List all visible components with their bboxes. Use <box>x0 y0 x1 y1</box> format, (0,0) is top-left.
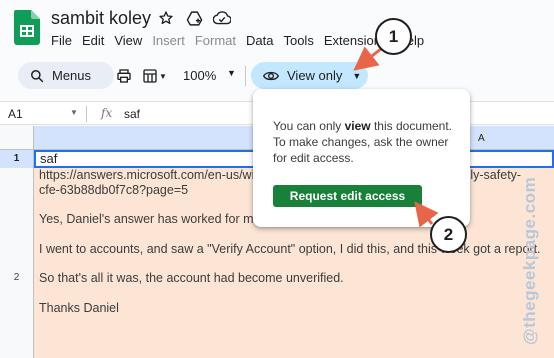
request-edit-access-button[interactable]: Request edit access <box>273 185 422 207</box>
cell-a2-line: Thanks Daniel <box>39 301 119 315</box>
view-only-button[interactable]: View only ▼ <box>251 62 368 89</box>
menu-tools[interactable]: Tools <box>283 33 313 48</box>
zoom-select[interactable]: 100% <box>183 68 216 83</box>
print-icon[interactable] <box>114 66 134 86</box>
star-icon[interactable] <box>157 9 175 27</box>
select-all-corner[interactable] <box>0 126 34 150</box>
cell-a2-line: cfe-63b88db0f7c8?page=5 <box>39 183 189 197</box>
sheets-logo-icon[interactable] <box>14 10 40 45</box>
document-title[interactable]: sambit koley <box>51 8 151 29</box>
row-header-1[interactable]: 1 <box>0 150 34 168</box>
name-box-caret-icon[interactable]: ▼ <box>70 108 78 117</box>
view-only-caret-icon: ▼ <box>352 70 362 81</box>
view-only-popover: You can only view this document. To make… <box>253 89 470 227</box>
callout-1: 1 <box>375 18 412 55</box>
menu-format[interactable]: Format <box>195 33 236 48</box>
toolbar-divider <box>245 66 246 86</box>
formula-divider <box>86 106 87 122</box>
fx-icon: fx <box>101 106 113 120</box>
menu-file[interactable]: File <box>51 33 72 48</box>
cell-a2-line: I went to accounts, and saw a "Verify Ac… <box>39 242 541 256</box>
menu-edit[interactable]: Edit <box>82 33 104 48</box>
menu-insert[interactable]: Insert <box>152 33 185 48</box>
cell-a2-line: Yes, Daniel's answer has worked for me. <box>39 212 264 226</box>
view-only-label: View only <box>287 68 343 83</box>
formula-input[interactable]: saf <box>124 107 140 121</box>
popover-message: You can only view this document. To make… <box>273 119 453 165</box>
menus-label: Menus <box>52 68 92 83</box>
name-box[interactable]: A1 <box>8 107 23 121</box>
zoom-caret-icon[interactable]: ▼ <box>227 68 236 78</box>
cloud-status-icon[interactable] <box>213 9 231 27</box>
row-header-2[interactable]: 2 <box>0 168 34 358</box>
callout-2: 2 <box>430 216 467 253</box>
move-to-drive-icon[interactable] <box>185 9 203 27</box>
format-dropdown-caret-icon[interactable]: ▼ <box>158 66 168 86</box>
cell-a2-line: So that's all it was, the account had be… <box>39 271 344 285</box>
format-icon[interactable] <box>140 66 160 86</box>
column-header-a-label: A <box>478 133 485 144</box>
menu-view[interactable]: View <box>114 33 142 48</box>
eye-icon <box>263 71 279 80</box>
search-menus-button[interactable]: Menus <box>18 62 114 89</box>
search-icon <box>31 69 44 82</box>
menu-data[interactable]: Data <box>246 33 273 48</box>
toolbar: Menus ▼ 100% ▼ View only ▼ <box>10 60 554 90</box>
watermark-text: @thegeekpage.com <box>520 176 539 345</box>
